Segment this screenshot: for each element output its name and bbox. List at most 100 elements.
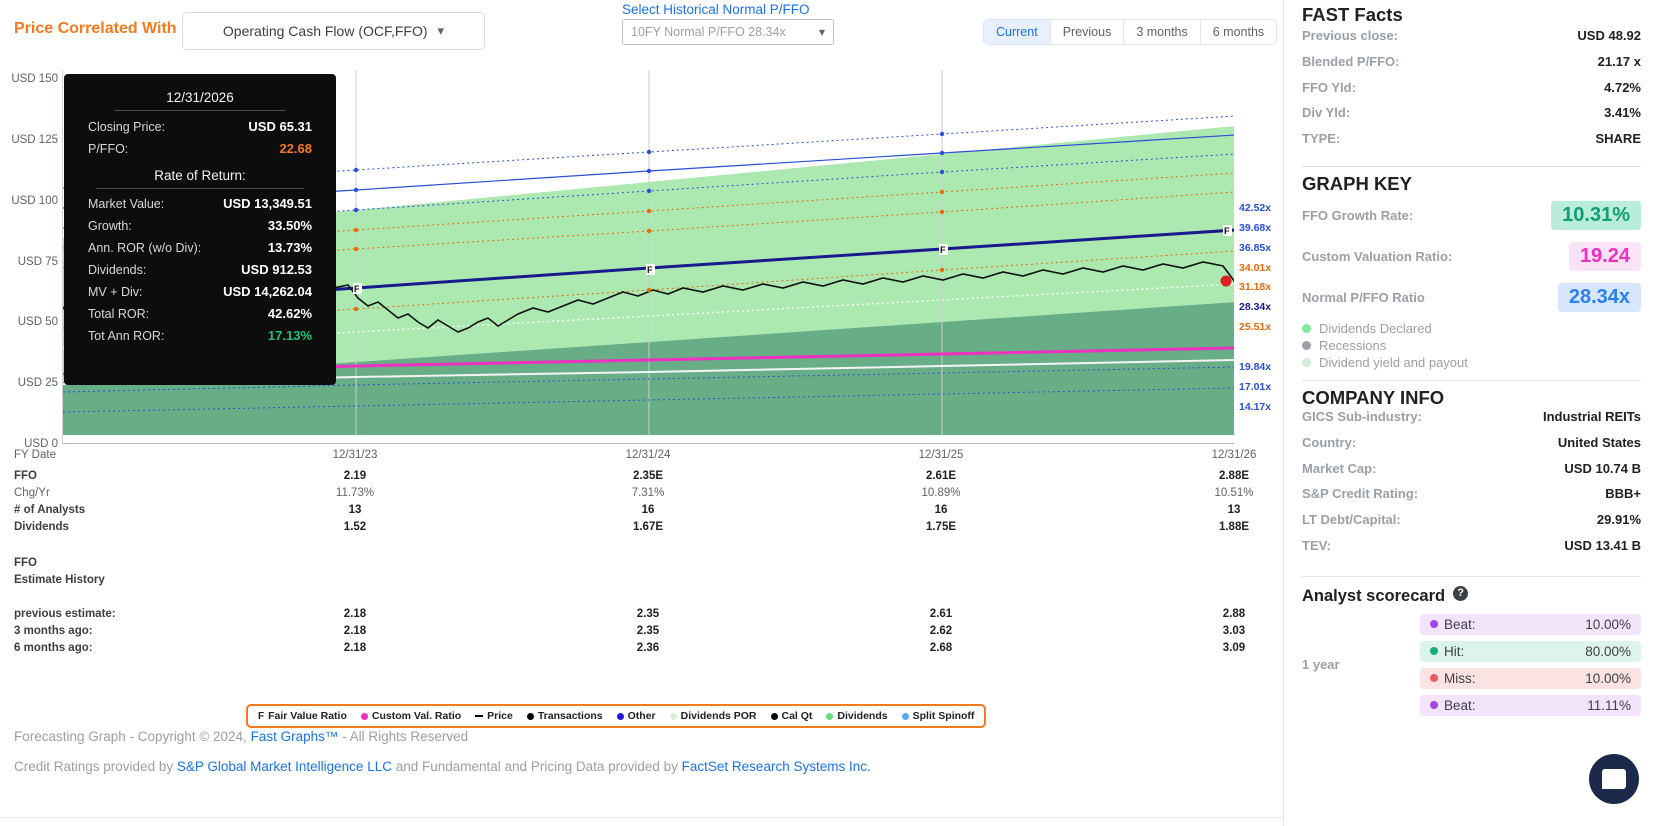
table-cell: 10.51% [1214,487,1253,499]
info-row-label: LT Debt/Capital: [1302,512,1401,527]
tooltip-closing-price-row: Closing Price: USD 65.31 [88,119,312,141]
dot-icon [1430,674,1438,682]
table-cell: 13 [1228,504,1241,516]
tooltip-date: 12/31/2026 [114,90,286,111]
info-row: TEV:USD 13.41 B [1302,538,1641,564]
tooltip-row: Growth:33.50% [88,218,312,240]
legend-item[interactable]: Other [617,710,656,722]
info-row-label: Market Cap: [1302,461,1376,476]
footer-copyright-post: - All Rights Reserved [338,729,468,744]
analyst-item-label: Beat: [1444,698,1476,713]
tooltip-row-label: MV + Div: [88,285,143,299]
legend-item[interactable]: Dividends POR [670,710,757,722]
legend-item[interactable]: Price [475,710,513,722]
page-title: Price Correlated With [14,20,177,38]
metric-select[interactable]: Operating Cash Flow (OCF,FFO) ▾ [182,12,485,50]
table-cell: 2.62 [930,625,952,637]
tooltip-row-value: 13.73% [268,240,312,255]
footer-copyright-pre: Forecasting Graph - Copyright © 2024, [14,729,251,744]
period-btn-current[interactable]: Current [984,20,1051,44]
svg-text:F: F [354,284,360,294]
company-info-list: GICS Sub-industry:Industrial REITsCountr… [1302,409,1641,564]
tooltip-ror-header: Rate of Return: [96,168,304,189]
graph-key-legend-label: Recessions [1319,338,1386,353]
analyst-scorecard-body: 1 year Beat:10.00%Hit:80.00%Miss:10.00%B… [1302,614,1641,716]
chevron-down-icon: ▾ [819,25,825,39]
historical-pffo-select[interactable]: 10FY Normal P/FFO 28.34x ▾ [622,19,834,45]
sp-global-link[interactable]: S&P Global Market Intelligence LLC [177,759,392,774]
info-row-label: GICS Sub-industry: [1302,409,1422,424]
x-axis-tick: 12/31/26 [1212,449,1257,461]
svg-text:F: F [940,245,946,255]
x-axis-tick: 12/31/23 [333,449,378,461]
right-sidebar: FAST Facts Previous close:USD 48.92Blend… [1283,0,1659,826]
dot-icon [1302,341,1311,350]
period-btn-3-months[interactable]: 3 months [1124,20,1200,44]
legend-item[interactable]: FFair Value Ratio [258,710,347,722]
graph-key-legend-item: Dividend yield and payout [1302,354,1641,371]
info-row-label: S&P Credit Rating: [1302,486,1418,501]
legend-item[interactable]: Dividends [826,710,887,722]
table-row-label: FFO [14,470,37,482]
analyst-scorecard-item: Hit:80.00% [1420,641,1641,662]
table-cell: 2.88 [1223,608,1245,620]
table-cell: 1.75E [926,521,956,533]
right-axis-label: 28.34x [1239,301,1271,313]
analyst-item-label: Beat: [1444,617,1476,632]
table-cell: 11.73% [336,487,374,499]
history-row-label: 6 months ago: [14,642,93,654]
legend-label: Split Spinoff [913,710,975,722]
analyst-scorecard-header: Analyst scorecard ? [1302,581,1641,606]
table-cell: 3.03 [1223,625,1245,637]
chat-widget-button[interactable] [1589,754,1639,804]
history-title-1-label: FFO [14,557,37,569]
table-cell: 13 [349,504,362,516]
graph-key-badge: 19.24 [1569,242,1641,271]
info-row-value: United States [1558,435,1641,450]
dot-icon [361,713,368,720]
analyst-item-label: Hit: [1444,644,1464,659]
graph-key-badge: 10.31% [1551,201,1641,230]
info-row-value: USD 48.92 [1577,28,1641,43]
analyst-item-value: 11.11% [1587,698,1631,713]
graph-key-row: Custom Valuation Ratio:19.24 [1302,236,1641,277]
tooltip-row-value: 33.50% [268,218,312,233]
info-row: S&P Credit Rating:BBB+ [1302,486,1641,512]
analyst-scorecard-items: Beat:10.00% Hit:80.00% Miss:10.00% Beat: 11.… [1420,614,1641,716]
info-row-label: Blended P/FFO: [1302,54,1400,69]
y-axis-tick: USD 125 [11,134,58,146]
info-row-value: 29.91% [1597,512,1641,527]
fast-graphs-link[interactable]: Fast Graphs™ [251,729,339,744]
table-cell: 1.52 [344,521,366,533]
legend-item[interactable]: Split Spinoff [902,710,975,722]
graph-key-label: FFO Growth Rate: [1302,208,1413,223]
table-cell: 10.89% [921,487,960,499]
select-historical-link[interactable]: Select Historical Normal P/FFO [622,2,810,17]
table-row: Chg/Yr11.73%7.31%10.89%10.51% [0,487,1283,504]
legend-item[interactable]: Transactions [527,710,603,722]
info-row-label: Country: [1302,435,1356,450]
y-axis-tick: USD 100 [11,195,58,207]
help-icon[interactable]: ? [1453,586,1468,601]
metric-select-value: Operating Cash Flow (OCF,FFO) [223,23,428,39]
graph-key-legend-item: Recessions [1302,337,1641,354]
dot-icon [617,713,624,720]
tooltip-row-value: USD 14,262.04 [223,284,312,299]
period-btn-6-months[interactable]: 6 months [1201,20,1276,44]
legend-item[interactable]: Custom Val. Ratio [361,710,461,722]
factset-link[interactable]: FactSet Research Systems Inc. [682,759,871,774]
analyst-scorecard-item: Miss:10.00% [1420,668,1641,689]
legend-item[interactable]: Cal Qt [771,710,813,722]
info-row-value: 3.41% [1604,105,1641,120]
divider [1302,166,1641,167]
divider [1302,576,1641,577]
legend-label: Dividends [837,710,887,722]
fastgraphs-app: Price Correlated With Operating Cash Flo… [0,0,1659,826]
dot-icon [1430,620,1438,628]
period-btn-previous[interactable]: Previous [1051,20,1125,44]
graph-key-legend-item: Dividends Declared [1302,320,1641,337]
table-cell: 16 [935,504,948,516]
table-row: Dividends1.521.67E1.75E1.88E [0,521,1283,538]
analyst-scorecard-item: Beat:10.00% [1420,614,1641,635]
table-cell: 2.68 [930,642,952,654]
